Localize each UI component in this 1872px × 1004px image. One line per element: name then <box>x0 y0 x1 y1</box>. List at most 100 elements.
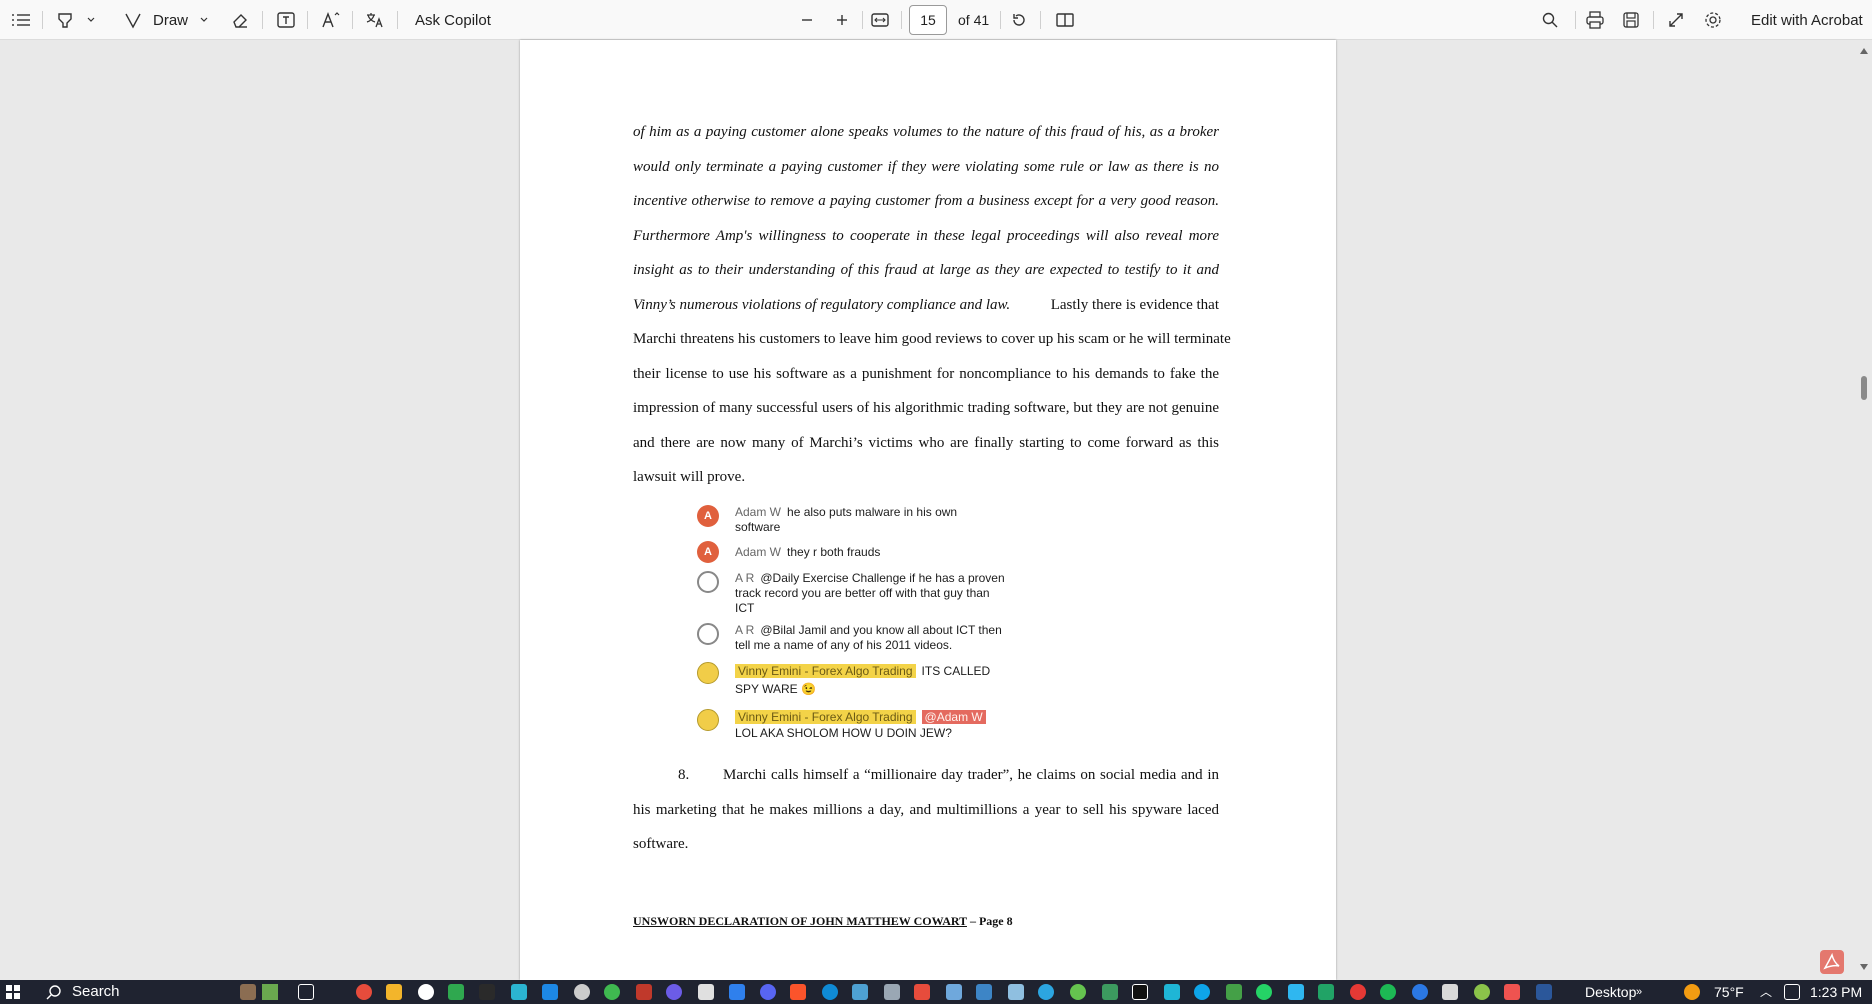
page-number-input[interactable]: 15 <box>909 5 947 35</box>
taskbar-search-box[interactable]: Search <box>72 980 120 1004</box>
zoom-out-icon[interactable] <box>800 0 814 40</box>
spotify-icon[interactable] <box>1380 984 1396 1000</box>
chat-text: they r both frauds <box>787 545 881 559</box>
news-widget-icon[interactable] <box>240 984 256 1000</box>
scroll-down-arrow-icon <box>1860 964 1868 970</box>
chat-text: ITS CALLED <box>921 664 991 678</box>
plant-widget-icon[interactable] <box>262 984 278 1000</box>
edit-with-acrobat-button[interactable]: Edit with Acrobat <box>1751 0 1863 40</box>
fullscreen-icon[interactable] <box>1668 0 1684 40</box>
app-icon[interactable] <box>574 984 590 1000</box>
chat-mention: @Adam W <box>921 710 986 724</box>
word-icon[interactable] <box>1536 984 1552 1000</box>
app-icon[interactable] <box>1102 984 1118 1000</box>
whatsapp-icon[interactable] <box>1256 984 1272 1000</box>
pycharm-icon[interactable] <box>1132 984 1148 1000</box>
app-icon[interactable] <box>698 984 714 1000</box>
tradingview-icon[interactable] <box>479 984 495 1000</box>
scrollbar-thumb[interactable] <box>1861 376 1867 400</box>
avatar <box>697 623 719 645</box>
weather-icon[interactable] <box>1684 984 1700 1000</box>
toolbar-expand-icon[interactable]: » <box>1636 980 1642 1004</box>
highlight-icon[interactable] <box>56 0 74 40</box>
taskbar-search-icon[interactable] <box>46 984 62 1004</box>
app-icon[interactable] <box>1288 984 1304 1000</box>
edge-icon[interactable] <box>822 984 838 1000</box>
media-player-icon[interactable] <box>666 984 682 1000</box>
draw-button[interactable]: Draw <box>153 0 188 40</box>
page-view-icon[interactable] <box>1056 0 1074 40</box>
scroll-up-arrow-icon <box>1860 48 1868 54</box>
translate-icon[interactable] <box>365 0 385 40</box>
temperature-label[interactable]: 75°F <box>1714 980 1744 1004</box>
paragraph-line: and there are now many of Marchi’s victi… <box>633 435 1219 451</box>
discord-icon[interactable] <box>760 984 776 1000</box>
app-icon[interactable] <box>1008 984 1024 1000</box>
app-icon[interactable] <box>1412 984 1428 1000</box>
app-icon[interactable] <box>1226 984 1242 1000</box>
chat-text: ICT <box>735 601 755 615</box>
highlight-dropdown-chevron-icon[interactable] <box>86 0 96 40</box>
edge-dev-icon[interactable] <box>604 984 620 1000</box>
chat-author: Adam W <box>735 505 782 519</box>
settings-gear-icon[interactable] <box>1704 0 1722 40</box>
telegram-icon[interactable] <box>1038 984 1054 1000</box>
teams-icon[interactable] <box>729 984 745 1000</box>
paragraph-line-mixed: Vinny’s numerous violations of regulator… <box>633 295 1219 315</box>
paragraph-line: Marchi threatens his customers to leave … <box>633 331 1231 347</box>
task-view-icon[interactable] <box>298 984 314 1000</box>
ask-copilot-button[interactable]: Ask Copilot <box>415 0 491 40</box>
app-icon[interactable] <box>1504 984 1520 1000</box>
app-icon[interactable] <box>976 984 992 1000</box>
excel-icon[interactable] <box>1318 984 1334 1000</box>
tray-chevron-up-icon[interactable]: ︿ <box>1760 980 1772 1004</box>
app-icon[interactable] <box>1194 984 1210 1000</box>
app-icon[interactable] <box>914 984 930 1000</box>
app-icon[interactable] <box>1442 984 1458 1000</box>
app-icon[interactable] <box>636 984 652 1000</box>
music-app-icon[interactable] <box>418 984 434 1000</box>
vertical-scrollbar[interactable] <box>1856 40 1872 980</box>
app-icon[interactable] <box>542 984 558 1000</box>
avatar: A <box>697 505 719 527</box>
fit-width-icon[interactable] <box>871 0 889 40</box>
app-icon[interactable] <box>1070 984 1086 1000</box>
paragraph-line: of him as a paying customer alone speaks… <box>633 124 1219 140</box>
mixed-italic-text: Vinny’s numerous violations of regulator… <box>633 297 1011 313</box>
app-icon[interactable] <box>852 984 868 1000</box>
brave-icon[interactable] <box>790 984 806 1000</box>
avatar <box>697 709 719 731</box>
search-icon[interactable] <box>1542 0 1558 40</box>
save-icon[interactable] <box>1623 0 1639 40</box>
avatar <box>697 662 719 684</box>
game-app-icon[interactable] <box>448 984 464 1000</box>
network-icon[interactable] <box>1784 984 1800 1000</box>
print-icon[interactable] <box>1586 0 1604 40</box>
acrobat-icon[interactable] <box>1820 950 1844 974</box>
chrome-icon[interactable] <box>356 984 372 1000</box>
chat-author-tag: Vinny Emini - Forex Algo Trading <box>735 710 916 724</box>
text-box-icon[interactable] <box>277 0 295 40</box>
rotate-icon[interactable] <box>1010 0 1028 40</box>
todo-icon[interactable] <box>1350 984 1366 1000</box>
footer-title: UNSWORN DECLARATION OF JOHN MATTHEW COWA… <box>633 914 967 928</box>
trading-app-icon[interactable] <box>511 984 527 1000</box>
contents-icon[interactable] <box>12 0 30 40</box>
desktop-toolbar-label[interactable]: Desktop <box>1585 980 1636 1004</box>
app-icon[interactable] <box>946 984 962 1000</box>
eraser-icon[interactable] <box>231 0 249 40</box>
page-footer: UNSWORN DECLARATION OF JOHN MATTHEW COWA… <box>633 914 1013 929</box>
app-icon[interactable] <box>884 984 900 1000</box>
avatar <box>697 571 719 593</box>
clock-time[interactable]: 1:23 PM <box>1810 980 1862 1004</box>
draw-dropdown-chevron-icon[interactable] <box>199 0 209 40</box>
read-aloud-icon[interactable] <box>321 0 341 40</box>
file-explorer-icon[interactable] <box>386 984 402 1000</box>
draw-pen-icon[interactable] <box>124 0 142 40</box>
chat-text: SPY WARE 😉 <box>735 682 816 696</box>
app-icon[interactable] <box>1164 984 1180 1000</box>
windows-start-icon[interactable] <box>6 985 20 999</box>
zoom-in-icon[interactable] <box>835 0 849 40</box>
chat-text: software <box>735 520 781 534</box>
app-icon[interactable] <box>1474 984 1490 1000</box>
